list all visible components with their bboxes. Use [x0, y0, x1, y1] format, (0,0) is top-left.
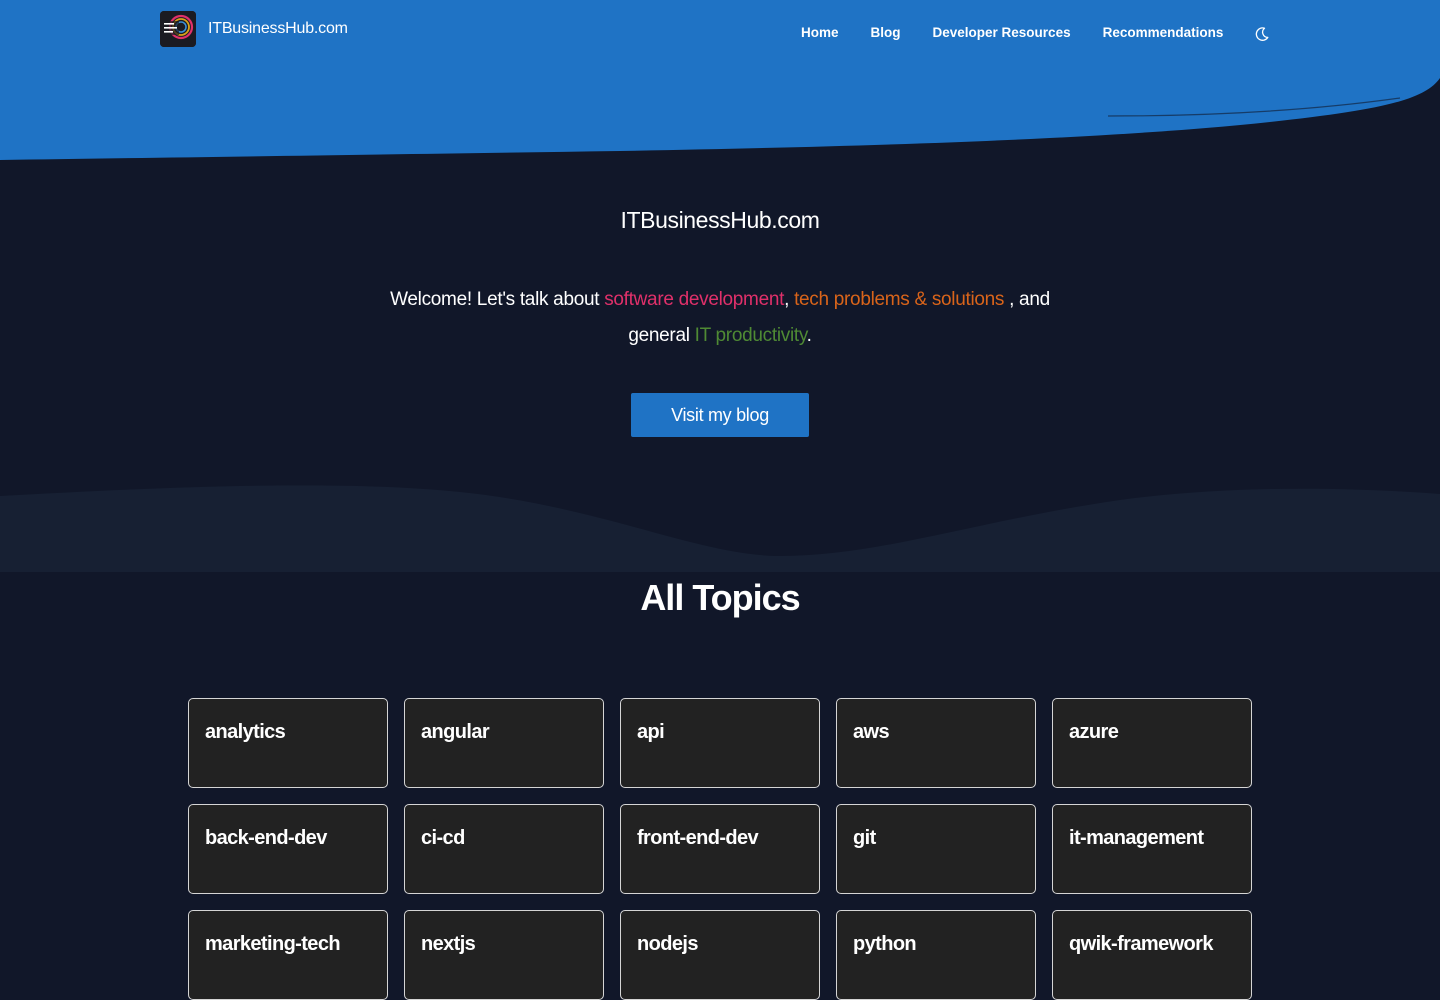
software-development-link[interactable]: software development [604, 289, 784, 310]
topic-label: it-management [1069, 827, 1204, 849]
topic-card-git[interactable]: git [836, 804, 1036, 894]
topic-label: git [853, 827, 876, 849]
intro-period: . [806, 325, 812, 346]
all-topics-heading: All Topics [640, 577, 800, 618]
topic-card-nextjs[interactable]: nextjs [404, 910, 604, 1000]
topic-card-analytics[interactable]: analytics [188, 698, 388, 788]
topic-label: azure [1069, 721, 1119, 743]
topic-label: analytics [205, 721, 286, 743]
topics-grid: analytics angular api aws azure back-end… [188, 698, 1252, 1000]
topic-label: ci-cd [421, 827, 465, 849]
top-navbar: ITBusinessHub.com Home Blog Developer Re… [0, 0, 1440, 68]
topic-card-back-end-dev[interactable]: back-end-dev [188, 804, 388, 894]
topic-card-nodejs[interactable]: nodejs [620, 910, 820, 1000]
brand-name: ITBusinessHub.com [208, 20, 348, 37]
intro-prefix: Welcome! Let's talk about [390, 289, 605, 310]
moon-icon [1255, 27, 1269, 41]
section-wave-divider [0, 485, 1440, 572]
hero-title: ITBusinessHub.com [620, 207, 820, 233]
topic-label: nextjs [421, 933, 476, 955]
hero-intro-text: Welcome! Let's talk about software devel… [360, 282, 1080, 354]
topic-label: aws [853, 721, 890, 743]
site-logo-icon [160, 11, 196, 47]
topic-label: python [853, 933, 917, 955]
topic-card-aws[interactable]: aws [836, 698, 1036, 788]
intro-comma: , [784, 289, 795, 310]
topic-card-qwik-framework[interactable]: qwik-framework [1052, 910, 1252, 1000]
theme-toggle-button[interactable] [1252, 24, 1272, 44]
topic-card-front-end-dev[interactable]: front-end-dev [620, 804, 820, 894]
topic-card-angular[interactable]: angular [404, 698, 604, 788]
topic-card-it-management[interactable]: it-management [1052, 804, 1252, 894]
topic-card-azure[interactable]: azure [1052, 698, 1252, 788]
nav-home[interactable]: Home [801, 25, 839, 40]
topic-label: front-end-dev [637, 827, 759, 849]
topic-label: back-end-dev [205, 827, 327, 849]
topic-card-marketing-tech[interactable]: marketing-tech [188, 910, 388, 1000]
topic-label: api [637, 721, 665, 743]
topic-card-ci-cd[interactable]: ci-cd [404, 804, 604, 894]
topic-card-python[interactable]: python [836, 910, 1036, 1000]
it-productivity-link[interactable]: IT productivity [695, 325, 807, 346]
topic-label: marketing-tech [205, 933, 341, 955]
topic-label: angular [421, 721, 490, 743]
nav-developer-resources[interactable]: Developer Resources [933, 25, 1071, 40]
topic-card-api[interactable]: api [620, 698, 820, 788]
nav-links: Home Blog Developer Resources Recommenda… [801, 25, 1255, 40]
brand-home-link[interactable]: ITBusinessHub.com [160, 11, 348, 47]
tech-problems-link[interactable]: tech problems & solutions [794, 289, 1004, 310]
nav-blog[interactable]: Blog [871, 25, 901, 40]
nav-recommendations[interactable]: Recommendations [1103, 25, 1224, 40]
topic-label: nodejs [637, 933, 698, 955]
topic-label: qwik-framework [1069, 933, 1213, 955]
visit-blog-button[interactable]: Visit my blog [631, 393, 809, 437]
